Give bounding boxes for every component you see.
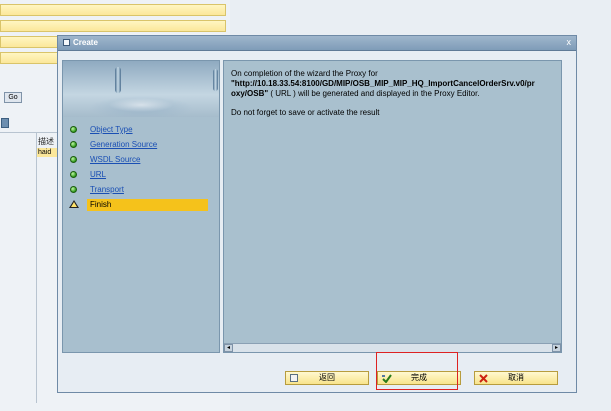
drop-shape (213, 69, 218, 91)
drop-shape (115, 67, 121, 93)
background-column-header: 描述 (38, 137, 54, 146)
done-status-icon (70, 186, 77, 193)
save-reminder: Do not forget to save or activate the re… (231, 108, 380, 117)
finish-button[interactable]: 完成 (377, 371, 461, 385)
back-button[interactable]: 返回 (285, 371, 369, 385)
background-field (0, 4, 226, 16)
message-line: ( URL ) will be generated and displayed … (268, 89, 480, 98)
proxy-path-continued: oxy/OSB" (231, 89, 269, 98)
step-link[interactable]: Object Type (90, 125, 133, 134)
divider (0, 132, 60, 133)
create-dialog: Create x Object Type Generation Source W… (57, 35, 577, 393)
window-icon (63, 39, 70, 46)
step-link[interactable]: URL (90, 170, 106, 179)
dialog-titlebar[interactable]: Create x (58, 36, 576, 51)
scroll-left-icon[interactable]: ◂ (224, 344, 233, 352)
background-field (0, 20, 226, 32)
step-transport[interactable]: Transport (63, 184, 215, 196)
step-link[interactable]: WSDL Source (90, 155, 140, 164)
wizard-steps-pane: Object Type Generation Source WSDL Sourc… (62, 60, 220, 353)
step-label: Finish (90, 200, 112, 209)
step-link[interactable]: Transport (90, 185, 124, 194)
done-status-icon (70, 141, 77, 148)
step-url[interactable]: URL (63, 169, 215, 181)
dialog-title: Create (73, 38, 98, 47)
water-drop-image (63, 61, 219, 117)
background-go-button[interactable]: Go (4, 92, 22, 103)
done-status-icon (70, 126, 77, 133)
back-button-label: 返回 (319, 373, 335, 382)
warning-triangle-icon (69, 200, 79, 208)
cancel-x-icon (479, 374, 488, 383)
cancel-button-label: 取消 (508, 373, 524, 382)
step-finish[interactable]: Finish (63, 199, 215, 211)
cancel-button[interactable]: 取消 (474, 371, 558, 385)
done-status-icon (70, 156, 77, 163)
background-field (0, 52, 58, 64)
message-line: On completion of the wizard the Proxy fo… (231, 69, 378, 78)
step-link[interactable]: Generation Source (90, 140, 157, 149)
finish-button-label: 完成 (411, 373, 427, 382)
background-table-cell[interactable]: haid (36, 148, 58, 157)
step-object-type[interactable]: Object Type (63, 124, 215, 136)
step-wsdl-source[interactable]: WSDL Source (63, 154, 215, 166)
scroll-right-icon[interactable]: ▸ (552, 344, 561, 352)
completion-message: On completion of the wizard the Proxy fo… (231, 69, 557, 127)
step-generation-source[interactable]: Generation Source (63, 139, 215, 151)
divider (36, 133, 37, 403)
proxy-path: "http://10.18.33.54:8100/GD/MIP/OSB_MIP_… (231, 79, 535, 88)
horizontal-scrollbar[interactable]: ◂ ▸ (224, 343, 561, 352)
back-page-icon (290, 374, 298, 382)
close-icon[interactable]: x (567, 37, 572, 47)
done-status-icon (70, 171, 77, 178)
wizard-content-pane: On completion of the wizard the Proxy fo… (223, 60, 562, 353)
background-doc-icon (1, 118, 9, 128)
check-icon (382, 374, 392, 384)
